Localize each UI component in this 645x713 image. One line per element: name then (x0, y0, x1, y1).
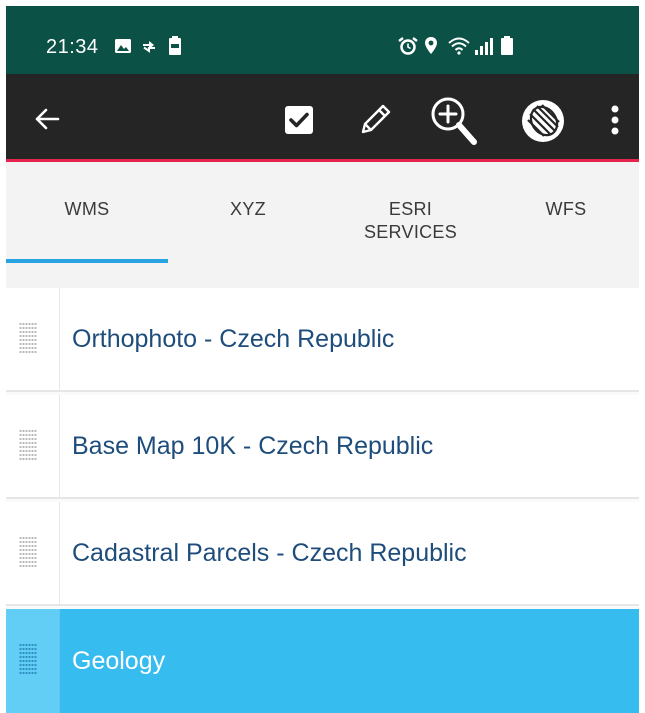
tab-xyz[interactable]: XYZ (168, 162, 328, 288)
layer-label: Cadastral Parcels - Czech Republic (72, 538, 467, 567)
list-item[interactable]: Base Map 10K - Czech Republic (6, 395, 639, 499)
image-icon (115, 39, 131, 53)
layer-label: Geology (72, 646, 166, 675)
tab-wms[interactable]: WMS (6, 162, 168, 288)
tab-selected-indicator (6, 259, 168, 263)
drag-handle-icon[interactable] (6, 288, 60, 390)
signal-icon (475, 38, 493, 55)
pencil-icon[interactable] (356, 101, 394, 139)
tab-bar: WMS XYZ ESRI SERVICES WFS (6, 162, 639, 288)
drag-handle-icon[interactable] (6, 395, 60, 497)
back-arrow-icon[interactable] (34, 107, 60, 131)
alarm-icon (398, 37, 418, 55)
toolbar (6, 74, 639, 162)
layer-label: Orthophoto - Czech Republic (72, 324, 395, 353)
list-item[interactable]: Orthophoto - Czech Republic (6, 288, 639, 392)
list-item[interactable]: Cadastral Parcels - Czech Republic (6, 502, 639, 606)
checkbox-icon[interactable] (284, 105, 314, 135)
drag-handle-icon[interactable] (6, 502, 60, 604)
battery-saver-icon (169, 36, 181, 55)
wifi-icon (448, 37, 470, 55)
battery-icon (501, 36, 513, 55)
tab-wfs[interactable]: WFS (493, 162, 639, 288)
list-item-selected[interactable]: Geology (6, 609, 639, 713)
drag-handle-icon[interactable] (6, 609, 60, 713)
tab-label: WFS (545, 199, 587, 219)
location-icon (425, 37, 437, 54)
sync-icon (143, 41, 155, 53)
tab-esri-services[interactable]: ESRI SERVICES (328, 162, 493, 288)
zoom-in-icon[interactable] (428, 94, 484, 152)
layer-label: Base Map 10K - Czech Republic (72, 431, 434, 460)
status-bar: 21:34 (6, 6, 639, 74)
tab-label: XYZ (230, 199, 266, 219)
tab-label: ESRI SERVICES (363, 199, 458, 242)
app-window: 21:34 WMS XYZ ESRI SERVICES WFS Orthopho… (6, 6, 639, 713)
more-vert-icon[interactable] (610, 104, 620, 136)
globe-icon[interactable] (520, 98, 566, 144)
status-time: 21:34 (46, 36, 99, 58)
tab-label: WMS (64, 199, 110, 219)
